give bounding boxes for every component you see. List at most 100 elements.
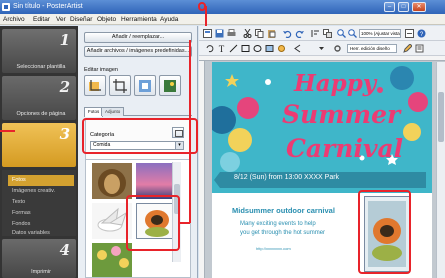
- ellipse-tool-icon[interactable]: [253, 44, 262, 53]
- print-icon[interactable]: [227, 29, 236, 38]
- frame-tool-icon[interactable]: [277, 44, 286, 53]
- text-tool-icon[interactable]: T: [217, 44, 226, 53]
- undo-icon[interactable]: [283, 29, 292, 38]
- rectangle-tool-icon[interactable]: [241, 44, 250, 53]
- line-tool-icon[interactable]: [229, 44, 238, 53]
- flyer-url[interactable]: http://xxxxxxxx.com: [256, 246, 291, 251]
- arrange-icon[interactable]: [323, 29, 332, 38]
- title-bar: Sin título - PosterArtist – □ ✕: [0, 0, 445, 14]
- sunset-image: [136, 163, 176, 199]
- settings-icon[interactable]: [333, 44, 342, 53]
- step-1-select-template[interactable]: 1 Seleccionar plantilla: [2, 29, 76, 73]
- align-icon[interactable]: [311, 29, 320, 38]
- dropdown-arrow-icon[interactable]: [317, 44, 326, 53]
- thumbnail-lion[interactable]: [92, 163, 132, 199]
- frame-icon: [139, 80, 151, 92]
- step-item-backgrounds[interactable]: Fondos: [8, 219, 74, 230]
- step-item-shapes[interactable]: Formas: [8, 208, 74, 219]
- step-3-item-list: Fotos Imágenes creativ. Texto Formas Fon…: [2, 170, 76, 236]
- step-label: Seleccionar plantilla: [16, 64, 66, 70]
- trim-image-button[interactable]: [84, 75, 106, 96]
- properties-icon[interactable]: [415, 44, 424, 53]
- tab-attached[interactable]: Adjunto: [101, 107, 125, 116]
- flyer-title-summer[interactable]: Summer: [282, 100, 400, 129]
- menu-herramienta[interactable]: Herramienta: [121, 14, 157, 25]
- image-correction-icon: [164, 80, 176, 92]
- step-number: 2: [59, 78, 70, 96]
- image-tool-icon[interactable]: [265, 44, 274, 53]
- main-toolbar: 100% (Ajustar vista) ?: [199, 26, 445, 41]
- step-4-print[interactable]: 4 Imprimir: [2, 239, 76, 278]
- menu-editar[interactable]: Editar: [33, 14, 50, 25]
- menu-bar: Archivo Editar Ver Diseñar Objeto Herram…: [0, 14, 445, 25]
- step-item-text[interactable]: Texto: [8, 197, 74, 208]
- window-title: Sin título - PosterArtist: [13, 3, 83, 10]
- frame-image-button[interactable]: [134, 75, 156, 96]
- back-icon[interactable]: [293, 44, 302, 53]
- cut-icon[interactable]: [243, 29, 252, 38]
- maximize-button[interactable]: □: [398, 2, 409, 12]
- save-icon[interactable]: [215, 29, 224, 38]
- view-icon[interactable]: [405, 29, 414, 38]
- menu-disenar[interactable]: Diseñar: [70, 14, 92, 25]
- drawing-toolbar: T Herr. edición diseño: [199, 41, 445, 56]
- scrollbar-thumb[interactable]: [438, 92, 444, 142]
- copy-icon[interactable]: [255, 29, 264, 38]
- layout-icon[interactable]: [203, 29, 212, 38]
- flyer-body-line-1[interactable]: Many exciting events to help: [240, 221, 316, 227]
- crop-image-button[interactable]: [109, 75, 131, 96]
- vertical-ruler: [199, 61, 205, 278]
- app-window: Sin título - PosterArtist – □ ✕ Archivo …: [0, 0, 445, 278]
- redo-icon[interactable]: [295, 29, 304, 38]
- step-item-creative-images[interactable]: Imágenes creativ.: [8, 186, 74, 197]
- menu-ver[interactable]: Ver: [56, 14, 66, 25]
- crop-icon: [113, 79, 127, 93]
- trim-icon: [89, 80, 101, 91]
- zoom-out-icon[interactable]: [348, 29, 357, 38]
- step-number: 1: [59, 31, 70, 49]
- flyer-subtitle[interactable]: Midsummer outdoor carnival: [232, 206, 335, 215]
- add-replace-button[interactable]: Añadir / reemplazar...: [84, 32, 192, 43]
- step-number: 4: [59, 241, 70, 259]
- flyer-body-line-2[interactable]: you get through the hot summer: [240, 230, 325, 236]
- menu-ayuda[interactable]: Ayuda: [160, 14, 178, 25]
- edit-images-label: Editar imagen: [84, 67, 118, 73]
- callout-line-vertical: [189, 40, 191, 223]
- flyer-date-text: 8/12 (Sun) from 13:00 XXXX Park: [234, 174, 340, 181]
- step-number: 3: [59, 125, 70, 143]
- callout-thumbnail-highlight: [126, 195, 180, 251]
- flyer-title-carnival[interactable]: Carnival: [286, 134, 403, 163]
- zoom-select[interactable]: 100% (Ajustar vista): [359, 29, 401, 38]
- menu-archivo[interactable]: Archivo: [3, 14, 25, 25]
- step-item-photos[interactable]: Fotos: [8, 175, 74, 186]
- rotate-icon[interactable]: [205, 44, 214, 53]
- close-button[interactable]: ✕: [412, 2, 426, 12]
- app-icon: [2, 3, 10, 11]
- callout-line-top: [205, 6, 207, 26]
- add-predefined-images-button[interactable]: Añadir archivos / imágenes predefinidas.…: [84, 46, 192, 57]
- correct-image-button[interactable]: [159, 75, 181, 96]
- step-panel: 1 Seleccionar plantilla 2 Opciones de pá…: [0, 26, 78, 278]
- svg-text:T: T: [219, 44, 225, 53]
- thumbnail-sunset[interactable]: [136, 163, 176, 199]
- zoom-in-icon[interactable]: [337, 29, 346, 38]
- horizontal-ruler: [199, 56, 445, 61]
- canvas-scrollbar[interactable]: [436, 62, 445, 278]
- paste-icon[interactable]: [267, 29, 276, 38]
- menu-objeto[interactable]: Objeto: [97, 14, 116, 25]
- help-icon[interactable]: ?: [417, 29, 426, 38]
- minimize-button[interactable]: –: [384, 2, 395, 12]
- design-tool-select[interactable]: Herr. edición diseño: [347, 44, 397, 53]
- flyer-date-ribbon[interactable]: 8/12 (Sun) from 13:00 XXXX Park: [214, 172, 426, 188]
- gallery-tab-row: Fotos Adjunto: [84, 107, 192, 117]
- flyer-title-happy[interactable]: Happy: [294, 70, 376, 97]
- callout-canvas-image-highlight: [358, 190, 411, 274]
- step-2-page-options[interactable]: 2 Opciones de página: [2, 76, 76, 120]
- step-item-variable-data[interactable]: Datos variables: [8, 230, 74, 236]
- lion-image: [92, 163, 132, 199]
- edit-pencil-icon[interactable]: [403, 44, 412, 53]
- callout-category-highlight: [82, 118, 198, 154]
- callout-line-left: [0, 130, 15, 132]
- step-label: Opciones de página: [16, 111, 66, 117]
- step-label: Imprimir: [31, 269, 51, 275]
